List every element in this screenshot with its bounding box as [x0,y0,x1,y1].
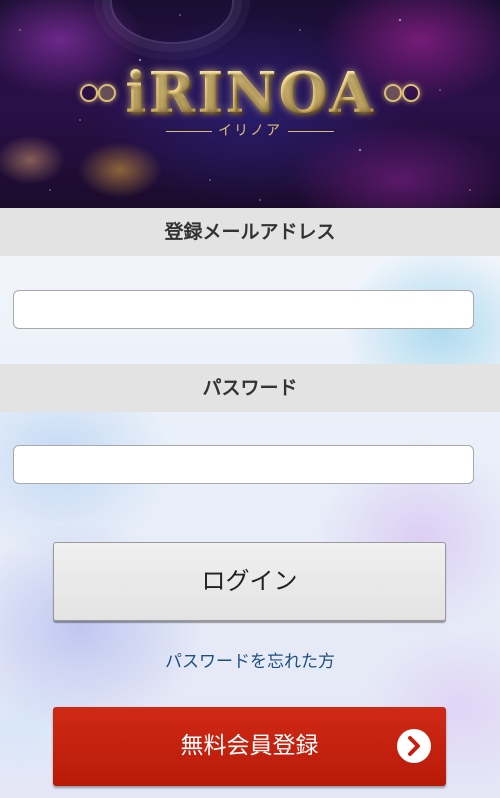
forgot-password-link[interactable]: パスワードを忘れた方 [0,651,500,673]
moon-icon [98,84,116,102]
email-input[interactable] [13,290,474,329]
email-section-header: 登録メールアドレス [0,208,500,256]
flourish-line [166,130,212,132]
logo-kana: イリノア [218,123,282,139]
login-button[interactable]: ログイン [53,542,446,621]
register-button[interactable]: 無料会員登録 [53,707,446,786]
moon-icon [402,84,420,102]
logo: iRINOA イリノア [0,58,500,148]
password-section-header: パスワード [0,364,500,412]
password-label: パスワード [202,377,298,399]
password-input[interactable] [13,445,474,484]
login-form-area: 登録メールアドレス パスワード ログイン パスワードを忘れた方 無料会員登録 [0,208,500,798]
moon-icon [384,84,402,102]
logo-subtitle: イリノア [0,120,500,140]
flourish-line [288,130,334,132]
moon-icon [80,84,98,102]
email-label: 登録メールアドレス [164,221,336,243]
chevron-right-circle-icon [397,729,431,763]
header-banner: iRINOA イリノア [0,0,500,208]
register-button-label: 無料会員登録 [180,733,319,759]
logo-wordmark: iRINOA [125,60,375,126]
